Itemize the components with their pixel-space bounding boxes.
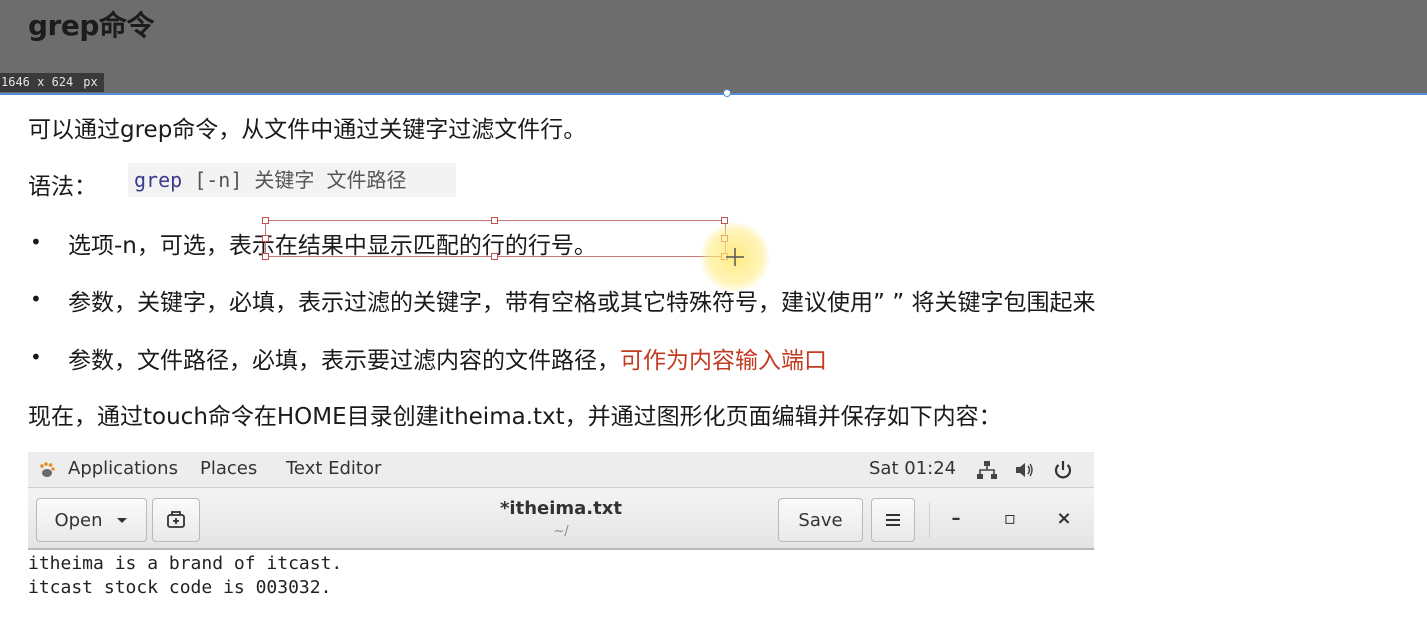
ruler-guide-line[interactable] bbox=[0, 93, 1427, 95]
selection-handle[interactable] bbox=[262, 253, 269, 260]
syntax-keyword: grep bbox=[134, 168, 183, 192]
places-menu[interactable]: Places bbox=[200, 458, 257, 479]
bullet-item-filepath: 参数，文件路径，必填，表示要过滤内容的文件路径，可作为内容输入端口 bbox=[68, 341, 827, 375]
syntax-label: 语法： bbox=[28, 174, 97, 200]
editor-line: itheima is a brand of itcast. bbox=[28, 553, 343, 574]
minimize-button[interactable]: – bbox=[944, 506, 968, 530]
selection-handle[interactable] bbox=[491, 253, 498, 260]
dimension-label: 1646 x 624 px bbox=[0, 73, 104, 92]
document-title: *itheima.txt bbox=[500, 498, 622, 519]
bullet-marker: • bbox=[30, 287, 42, 311]
syntax-args: [-n] 关键字 文件路径 bbox=[182, 168, 407, 192]
syntax-code: grep [-n] 关键字 文件路径 bbox=[128, 163, 456, 197]
editor-line: itcast stock code is 003032. bbox=[28, 577, 332, 598]
power-icon[interactable] bbox=[1052, 459, 1074, 481]
header-separator bbox=[929, 502, 930, 538]
dimension-unit: px bbox=[83, 75, 98, 89]
bullet-marker: • bbox=[30, 345, 42, 369]
clock[interactable]: Sat 01:24 bbox=[869, 458, 956, 479]
selection-handle[interactable] bbox=[262, 235, 269, 242]
bullet-item-keyword: 参数，关键字，必填，表示过滤的关键字，带有空格或其它特殊符号，建议使用” ” 将… bbox=[68, 290, 1096, 316]
hamburger-icon bbox=[886, 514, 900, 526]
gedit-headerbar: Open *itheima.txt ~/ Save – ▫ × bbox=[28, 488, 1094, 550]
selection-handle[interactable] bbox=[262, 217, 269, 224]
gnome-topbar: Applications Places Text Editor Sat 01:2… bbox=[28, 452, 1094, 488]
highlight-text: 可作为内容输入端口 bbox=[620, 348, 827, 374]
text-editor-menu[interactable]: Text Editor bbox=[286, 458, 381, 479]
close-button[interactable]: × bbox=[1052, 506, 1076, 530]
intro-text: 可以通过grep命令，从文件中通过关键字过滤文件行。 bbox=[28, 117, 587, 143]
slide-header bbox=[0, 0, 1427, 94]
applications-menu[interactable]: Applications bbox=[68, 458, 178, 479]
network-icon[interactable] bbox=[976, 459, 998, 481]
page-title: grep命令 bbox=[28, 9, 154, 42]
bullet-marker: • bbox=[30, 230, 42, 254]
bullet-lead: 选项-n，可选， bbox=[68, 233, 229, 259]
document-path: ~/ bbox=[553, 524, 569, 539]
volume-icon[interactable] bbox=[1013, 459, 1035, 481]
guide-handle[interactable] bbox=[723, 89, 731, 97]
menu-button[interactable] bbox=[871, 498, 915, 542]
maximize-button[interactable]: ▫ bbox=[998, 506, 1022, 530]
text-selection-box[interactable] bbox=[265, 220, 726, 257]
text-editor-area[interactable]: itheima is a brand of itcast. itcast sto… bbox=[28, 552, 1094, 602]
gnome-foot-icon bbox=[40, 462, 55, 477]
instruction-text: 现在，通过touch命令在HOME目录创建itheima.txt，并通过图形化页… bbox=[28, 404, 1002, 430]
crosshair-cursor-icon bbox=[726, 248, 744, 266]
save-button[interactable]: Save bbox=[778, 498, 863, 542]
dimension-value: 1646 x 624 bbox=[1, 75, 74, 89]
bullet-text: 参数，文件路径，必填，表示要过滤内容的文件路径， bbox=[68, 348, 620, 374]
selection-handle[interactable] bbox=[491, 217, 498, 224]
